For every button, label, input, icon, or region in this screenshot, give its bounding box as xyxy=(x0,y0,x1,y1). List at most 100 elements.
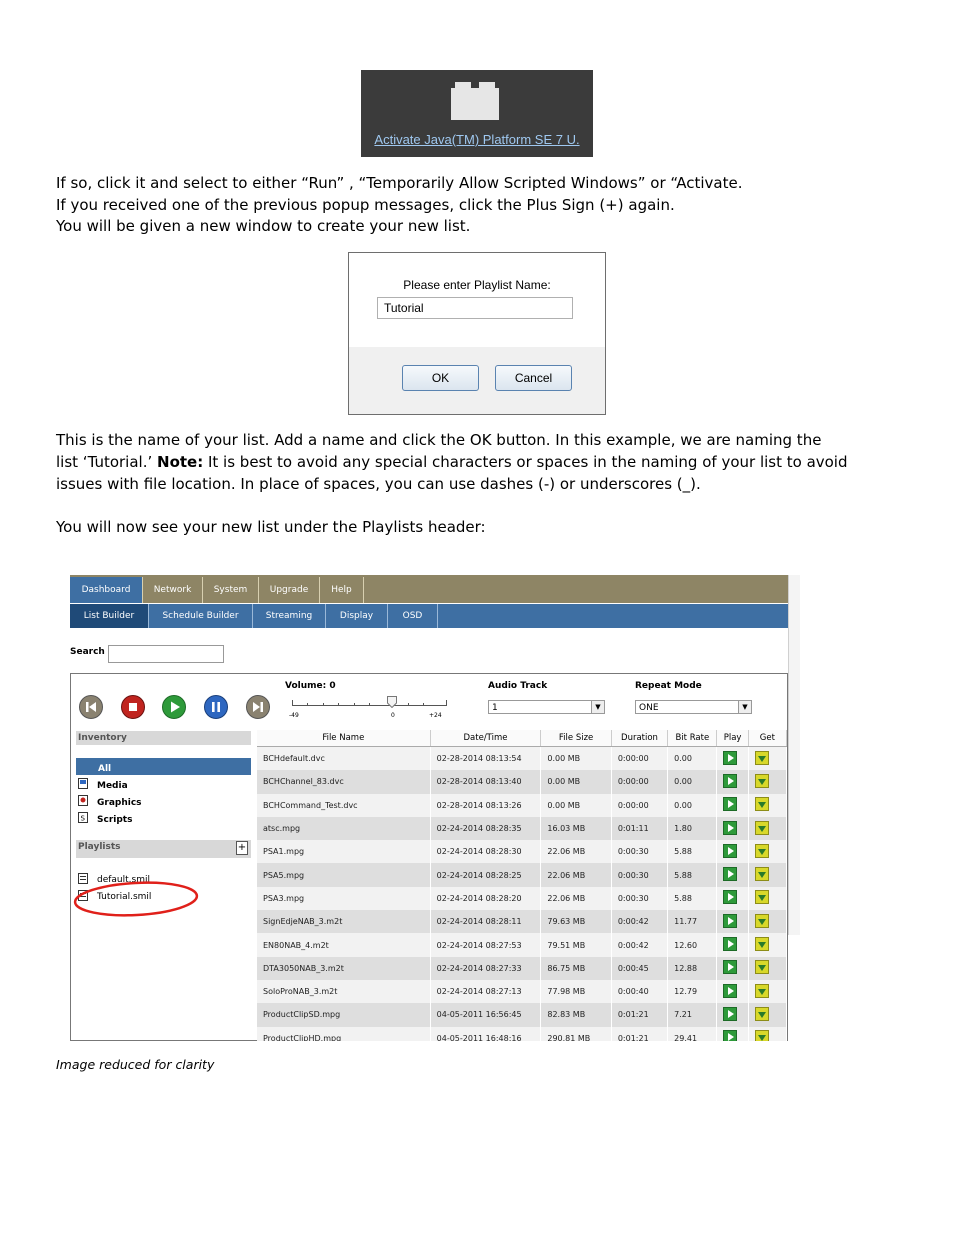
table-cell xyxy=(716,1003,749,1027)
tab-schedule-builder[interactable]: Schedule Builder xyxy=(149,604,253,628)
inventory-item-media[interactable]: Media xyxy=(97,781,128,791)
download-file-icon[interactable] xyxy=(754,797,769,812)
download-file-icon[interactable] xyxy=(754,1006,769,1021)
play-file-icon[interactable] xyxy=(723,960,738,975)
play-file-icon[interactable] xyxy=(723,890,738,905)
table-row[interactable]: PSA1.mpg 02-24-2014 08:28:30 22.06 MB 0:00:… xyxy=(257,840,788,864)
table-header-row: File Name Date/Time File Size Duration B… xyxy=(257,730,788,747)
play-file-icon[interactable] xyxy=(723,867,738,882)
column-date-time[interactable]: Date/Time xyxy=(430,730,542,747)
table-row[interactable]: ProductClipSD.mpg 04-05-2011 16:56:45 82.8… xyxy=(257,1003,788,1027)
audio-track-select[interactable]: 1 ▼ xyxy=(488,700,605,714)
stop-icon xyxy=(121,695,145,719)
playlist-name-input[interactable]: Tutorial xyxy=(377,297,573,319)
ok-button[interactable]: OK xyxy=(402,365,479,391)
play-file-icon[interactable] xyxy=(723,1006,738,1021)
sub-navigation: List Builder Schedule Builder Streaming … xyxy=(70,604,788,628)
next-button[interactable] xyxy=(246,695,270,719)
table-cell xyxy=(748,1003,788,1027)
column-file-size[interactable]: File Size xyxy=(540,730,612,747)
table-cell: 7.21 xyxy=(667,1003,718,1027)
activate-java-link[interactable]: Activate Java(TM) Platform SE 7 U. xyxy=(361,132,593,147)
previous-button[interactable] xyxy=(79,695,103,719)
table-cell: EN80NAB_4.m2t xyxy=(257,933,431,957)
inventory-item-scripts[interactable]: Scripts xyxy=(97,815,132,825)
download-file-icon[interactable] xyxy=(754,1030,769,1041)
table-row[interactable]: ProductClipHD.mpg 04-05-2011 16:48:16 290.… xyxy=(257,1026,788,1041)
table-row[interactable]: PSA3.mpg 02-24-2014 08:28:20 22.06 MB 0:00:… xyxy=(257,886,788,911)
download-file-icon[interactable] xyxy=(754,960,769,975)
repeat-mode-label: Repeat Mode xyxy=(635,681,702,691)
inventory-item-graphics[interactable]: Graphics xyxy=(97,798,142,808)
tab-streaming[interactable]: Streaming xyxy=(253,604,326,628)
tab-upgrade[interactable]: Upgrade xyxy=(259,577,320,603)
add-playlist-button[interactable]: + xyxy=(236,841,248,855)
column-bit-rate[interactable]: Bit Rate xyxy=(667,730,718,747)
pause-button[interactable] xyxy=(204,695,228,719)
table-row[interactable]: SoloProNAB_3.m2t 02-24-2014 08:27:13 77.98… xyxy=(257,979,788,1004)
table-cell: 5.88 xyxy=(667,840,718,864)
table-cell: 0:00:42 xyxy=(611,933,669,957)
play-file-icon[interactable] xyxy=(723,750,738,765)
tab-dashboard[interactable]: Dashboard xyxy=(70,577,143,603)
table-cell xyxy=(748,886,788,911)
table-cell xyxy=(748,933,788,957)
search-input[interactable] xyxy=(108,645,224,663)
table-row[interactable]: EN80NAB_4.m2t 02-24-2014 08:27:53 79.51 MB… xyxy=(257,933,788,957)
play-file-icon[interactable] xyxy=(723,773,738,788)
inventory-item-all[interactable]: All xyxy=(76,758,251,775)
play-file-icon[interactable] xyxy=(723,937,738,952)
page-scrollbar[interactable] xyxy=(788,575,800,935)
table-cell: BCHChannel_83.dvc xyxy=(257,770,431,794)
tab-help[interactable]: Help xyxy=(320,577,364,603)
download-file-icon[interactable] xyxy=(754,773,769,788)
download-file-icon[interactable] xyxy=(754,867,769,882)
download-file-icon[interactable] xyxy=(754,983,769,998)
dialog-prompt: Please enter Playlist Name: xyxy=(403,278,551,292)
download-file-icon[interactable] xyxy=(754,913,769,928)
download-file-icon[interactable] xyxy=(754,890,769,905)
download-file-icon[interactable] xyxy=(754,843,769,858)
tab-display[interactable]: Display xyxy=(326,604,388,628)
table-row[interactable]: DTA3050NAB_3.m2t 02-24-2014 08:27:33 86.75… xyxy=(257,956,788,980)
previous-icon xyxy=(79,695,103,719)
table-row[interactable]: SignEdjeNAB_3.m2t 02-24-2014 08:28:11 79.6… xyxy=(257,910,788,934)
table-cell: 04-05-2011 16:56:45 xyxy=(430,1003,542,1027)
instruction-line: issues with file location. In place of s… xyxy=(56,475,701,493)
tab-list-builder[interactable]: List Builder xyxy=(70,604,149,628)
download-file-icon[interactable] xyxy=(754,820,769,835)
play-button[interactable] xyxy=(162,695,186,719)
cancel-button[interactable]: Cancel xyxy=(495,365,572,391)
table-cell: SoloProNAB_3.m2t xyxy=(257,979,431,1004)
column-duration[interactable]: Duration xyxy=(611,730,669,747)
stop-button[interactable] xyxy=(121,695,145,719)
volume-tick xyxy=(338,703,339,706)
play-file-icon[interactable] xyxy=(723,983,738,998)
table-row[interactable]: BCHdefault.dvc 02-28-2014 08:13:54 0.00 MB… xyxy=(257,746,788,771)
table-row[interactable]: PSA5.mpg 02-24-2014 08:28:25 22.06 MB 0:00:… xyxy=(257,863,788,887)
table-row[interactable]: BCHChannel_83.dvc 02-28-2014 08:13:40 0.00… xyxy=(257,770,788,794)
instruction-line: If you received one of the previous popu… xyxy=(56,196,675,214)
table-row[interactable]: atsc.mpg 02-24-2014 08:28:35 16.03 MB 0:01:… xyxy=(257,816,788,841)
repeat-mode-select[interactable]: ONE ▼ xyxy=(635,700,752,714)
play-file-icon[interactable] xyxy=(723,797,738,812)
table-cell xyxy=(748,979,788,1004)
pause-icon xyxy=(204,695,228,719)
tab-network[interactable]: Network xyxy=(143,577,203,603)
file-table-body: BCHdefault.dvc 02-28-2014 08:13:54 0.00 MB… xyxy=(257,746,788,1041)
tab-osd[interactable]: OSD xyxy=(388,604,438,628)
volume-slider-knob[interactable] xyxy=(387,696,397,708)
play-file-icon[interactable] xyxy=(723,843,738,858)
table-row[interactable]: BCHCommand_Test.dvc 02-28-2014 08:13:26 0.… xyxy=(257,793,788,817)
tab-system[interactable]: System xyxy=(203,577,259,603)
play-file-icon[interactable] xyxy=(723,913,738,928)
chevron-down-icon: ▼ xyxy=(591,701,604,713)
column-file-name[interactable]: File Name xyxy=(257,730,431,747)
play-file-icon[interactable] xyxy=(723,820,738,835)
download-file-icon[interactable] xyxy=(754,937,769,952)
play-file-icon[interactable] xyxy=(723,1030,738,1041)
table-cell xyxy=(748,1026,788,1041)
instruction-line: list ‘Tutorial.’ Note: It is best to avo… xyxy=(56,453,848,471)
table-cell xyxy=(716,1026,749,1041)
download-file-icon[interactable] xyxy=(754,750,769,765)
